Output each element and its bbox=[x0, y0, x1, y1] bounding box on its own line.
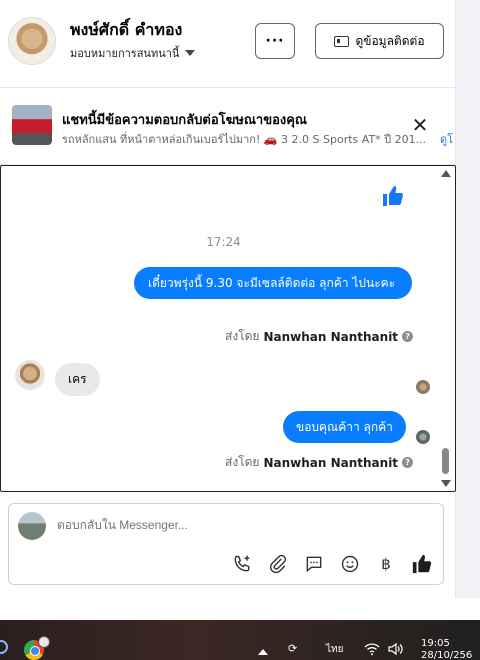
profile-badge-icon bbox=[38, 636, 50, 648]
ad-banner-title: แชทนี้มีข้อความตอบกลับต่อโฆษณาของคุณ bbox=[62, 113, 307, 128]
ad-car-thumbnail[interactable] bbox=[12, 105, 52, 145]
windows-taskbar bbox=[0, 620, 480, 660]
reply-input[interactable] bbox=[57, 518, 212, 532]
view-contact-button[interactable]: ดูข้อมูลติดต่อ bbox=[315, 23, 444, 59]
right-gutter bbox=[456, 0, 480, 598]
emoji-icon[interactable] bbox=[339, 553, 361, 575]
help-icon[interactable]: ? bbox=[402, 457, 414, 468]
assign-label: มอบหมายการสนทนานี้ bbox=[70, 47, 180, 60]
reply-composer: ฿ bbox=[8, 503, 444, 585]
clock-date: 28/10/256 bbox=[421, 650, 473, 660]
sync-icon[interactable]: ⟳ bbox=[288, 642, 297, 655]
wifi-icon[interactable] bbox=[364, 642, 380, 659]
composer-toolbar: ฿ bbox=[231, 553, 433, 575]
thread-scrollbar[interactable] bbox=[439, 166, 453, 491]
thumbs-up-icon bbox=[383, 186, 403, 206]
sent-by-label: ส่งโดย Nanwhan Nanthanit ? bbox=[225, 453, 414, 472]
saved-reply-icon[interactable] bbox=[303, 553, 325, 575]
volume-icon[interactable] bbox=[388, 642, 404, 659]
input-language-indicator[interactable]: ไทย bbox=[326, 642, 343, 657]
attach-icon[interactable] bbox=[267, 553, 289, 575]
caret-down-icon bbox=[185, 50, 196, 56]
incoming-message[interactable]: เคร bbox=[55, 363, 100, 396]
seen-avatar bbox=[416, 430, 430, 444]
outgoing-message[interactable]: เดี๋ยวพรุ่งนี้ 9.30 จะมีเซลล์ติดต่อ ลุกค… bbox=[134, 267, 412, 299]
ad-banner-subtitle: รถหลักแสน ที่หน้าตาหล่อเกินเบอร์ไปมาก! 🚗… bbox=[62, 133, 427, 146]
taskbar-clock[interactable]: 19:05 28/10/256 bbox=[421, 638, 472, 660]
more-options-button[interactable]: ··· bbox=[255, 23, 295, 59]
scroll-down-arrow-icon[interactable] bbox=[441, 480, 451, 487]
like-icon[interactable] bbox=[411, 553, 433, 575]
message-thread[interactable]: 17:24 เดี๋ยวพรุ่งนี้ 9.30 จะมีเซลล์ติดต่… bbox=[0, 165, 456, 492]
page-avatar bbox=[18, 512, 46, 540]
close-icon[interactable]: ✕ bbox=[411, 115, 429, 135]
sent-by-prefix: ส่งโดย bbox=[225, 455, 260, 469]
sender-name: Nanwhan Nanthanit bbox=[263, 455, 399, 470]
call-add-icon[interactable] bbox=[231, 553, 253, 575]
assign-conversation-dropdown[interactable]: มอบหมายการสนทนานี้ bbox=[70, 44, 196, 62]
show-hidden-icons-icon[interactable] bbox=[258, 649, 268, 655]
sent-by-label: ส่งโดย Nanwhan Nanthanit ? bbox=[225, 327, 414, 346]
ad-reply-banner: แชทนี้มีข้อความตอบกลับต่อโฆษณาของคุณ รถห… bbox=[0, 89, 456, 165]
contact-card-icon bbox=[334, 35, 350, 47]
conversation-header: พงษ์ศักดิ์ คำทอง มอบหมายการสนทนานี้ ··· … bbox=[0, 0, 456, 88]
sender-name: Nanwhan Nanthanit bbox=[263, 329, 399, 344]
scroll-up-arrow-icon[interactable] bbox=[441, 170, 451, 177]
outgoing-message[interactable]: ขอบคุณค้าา ลุกค้า bbox=[283, 411, 406, 443]
sent-by-prefix: ส่งโดย bbox=[225, 329, 260, 343]
scroll-thumb[interactable] bbox=[442, 448, 449, 474]
seen-avatar bbox=[416, 380, 430, 394]
help-icon[interactable]: ? bbox=[402, 331, 414, 342]
baht-icon[interactable]: ฿ bbox=[375, 553, 397, 575]
customer-avatar-small bbox=[15, 360, 45, 390]
customer-name[interactable]: พงษ์ศักดิ์ คำทอง bbox=[70, 18, 182, 43]
clock-time: 19:05 bbox=[421, 638, 450, 649]
view-contact-label: ดูข้อมูลติดต่อ bbox=[355, 33, 425, 48]
customer-avatar[interactable] bbox=[8, 17, 56, 65]
ad-view-link[interactable]: ดูโ bbox=[440, 130, 453, 148]
message-timestamp: 17:24 bbox=[206, 235, 241, 249]
